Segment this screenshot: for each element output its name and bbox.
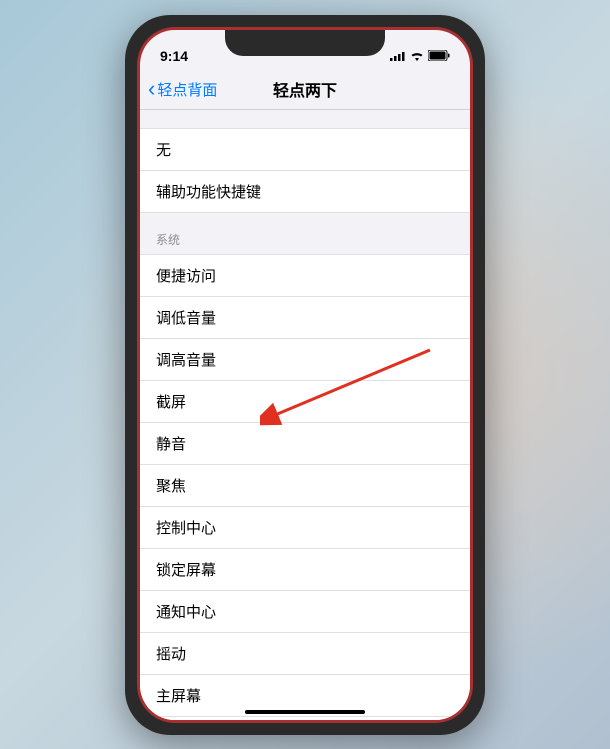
option-reachability[interactable]: 便捷访问: [140, 254, 470, 297]
option-none[interactable]: 无: [140, 128, 470, 171]
battery-icon: [428, 48, 450, 64]
phone-frame: 9:14 ‹ 轻点背面 轻点两下: [125, 15, 485, 735]
navigation-bar: ‹ 轻点背面 轻点两下: [140, 70, 470, 110]
section-header-system: 系统: [140, 213, 470, 254]
option-screenshot[interactable]: 截屏: [140, 381, 470, 423]
back-label: 轻点背面: [157, 79, 217, 100]
home-indicator[interactable]: [245, 710, 365, 714]
option-volume-up[interactable]: 调高音量: [140, 339, 470, 381]
option-lock-screen[interactable]: 锁定屏幕: [140, 549, 470, 591]
signal-icon: [390, 48, 406, 64]
settings-list[interactable]: 无 辅助功能快捷键 系统 便捷访问 调低音量 调高音量 截屏 静音 聚焦 控制中…: [140, 110, 470, 720]
option-control-center[interactable]: 控制中心: [140, 507, 470, 549]
chevron-left-icon: ‹: [148, 76, 155, 102]
option-shake[interactable]: 摇动: [140, 633, 470, 675]
back-button[interactable]: ‹ 轻点背面: [148, 76, 217, 102]
page-title: 轻点两下: [273, 77, 337, 101]
option-app-switcher[interactable]: App切换器: [140, 717, 470, 720]
option-accessibility-shortcut[interactable]: 辅助功能快捷键: [140, 171, 470, 213]
status-time: 9:14: [160, 48, 220, 64]
phone-screen: 9:14 ‹ 轻点背面 轻点两下: [140, 30, 470, 720]
notch: [225, 30, 385, 56]
option-mute[interactable]: 静音: [140, 423, 470, 465]
option-spotlight[interactable]: 聚焦: [140, 465, 470, 507]
wifi-icon: [410, 48, 424, 64]
option-notification-center[interactable]: 通知中心: [140, 591, 470, 633]
option-volume-down[interactable]: 调低音量: [140, 297, 470, 339]
